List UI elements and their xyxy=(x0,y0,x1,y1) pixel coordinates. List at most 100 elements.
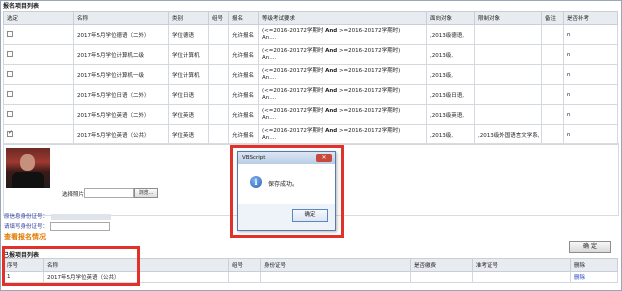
req-and: And xyxy=(325,127,338,134)
registration-row: 2017年5月学位计算机二级 学位计算机 允许报名 (<=2016-20172学期时 … xyxy=(3,44,618,65)
req-left: (<=2016-20172学期时 xyxy=(262,87,324,94)
req-left: (<=2016-20172学期时 xyxy=(262,27,324,34)
orig-id-row: 原信息身份证号： xyxy=(4,212,112,220)
registered-ticket xyxy=(472,271,571,283)
item-makeup: n xyxy=(563,104,618,125)
req-left: (<=2016-20172学期时 xyxy=(262,67,324,74)
new-id-row: 请填写身份证号： xyxy=(4,222,111,231)
confirm-button[interactable]: 确 定 xyxy=(569,241,611,253)
req-right: >=2016-20172学期时) xyxy=(338,107,401,114)
select-cell xyxy=(3,24,74,45)
item-requirement: (<=2016-20172学期时 And >=2016-20172学期时) An.… xyxy=(258,84,427,105)
select-checkbox[interactable] xyxy=(7,70,13,77)
item-requirement: (<=2016-20172学期时 And >=2016-20172学期时) An.… xyxy=(258,64,427,85)
photo-upload-label: 选择照片 xyxy=(62,192,85,198)
item-makeup: n xyxy=(563,64,618,85)
col-makeup: 是否补考 xyxy=(563,11,618,25)
col-note: 备注 xyxy=(541,11,564,25)
new-id-input[interactable] xyxy=(50,222,111,231)
item-category: 学位日语 xyxy=(168,84,209,105)
item-note xyxy=(541,124,564,145)
col-name: 名称 xyxy=(73,11,169,25)
orig-id-label: 原信息身份证号： xyxy=(4,214,49,220)
delete-link[interactable]: 删除 xyxy=(570,271,618,283)
item-category: 学位英语 xyxy=(168,124,209,145)
item-status: 允许报名 xyxy=(228,84,259,105)
req-more: An.... xyxy=(262,94,277,101)
col-group: 组号 xyxy=(208,11,229,25)
item-requirement: (<=2016-20172学期时 And >=2016-20172学期时) An.… xyxy=(258,44,427,65)
new-id-label: 请填写身份证号： xyxy=(4,224,49,230)
col-reg-group: 组号 xyxy=(228,258,261,272)
item-target: ,2013级, xyxy=(426,44,475,65)
registered-id xyxy=(260,271,411,283)
item-category: 学位英语 xyxy=(168,104,209,125)
item-status: 允许报名 xyxy=(228,44,259,65)
item-category: 学位计算机 xyxy=(168,44,209,65)
req-right: >=2016-20172学期时) xyxy=(338,47,401,54)
item-group xyxy=(208,84,229,105)
item-note xyxy=(541,84,564,105)
req-left: (<=2016-20172学期时 xyxy=(262,47,324,54)
select-checkbox[interactable] xyxy=(7,30,13,37)
item-requirement: (<=2016-20172学期时 And >=2016-20172学期时) An.… xyxy=(258,124,427,145)
item-name: 2017年5月学位英语（公共） xyxy=(73,124,169,145)
req-left: (<=2016-20172学期时 xyxy=(262,127,324,134)
col-requirement: 等级考试要求 xyxy=(258,11,427,25)
req-more: An.... xyxy=(262,134,277,141)
req-right: >=2016-20172学期时) xyxy=(338,87,401,94)
col-select: 选定 xyxy=(3,11,74,25)
select-checkbox[interactable] xyxy=(7,110,13,117)
item-requirement: (<=2016-20172学期时 And >=2016-20172学期时) An.… xyxy=(258,24,427,45)
req-and: And xyxy=(325,87,338,94)
col-ticket: 准考证号 xyxy=(472,258,571,272)
registration-table: 选定 名称 类别 组号 报名 等级考试要求 面向对象 限制对象 备注 是否补考 … xyxy=(3,11,618,145)
check-registration-link[interactable]: 查看报名情况 xyxy=(4,232,46,242)
item-target: ,2013级日语, xyxy=(426,84,475,105)
item-restrict: ,2013级外国语言文学系, xyxy=(474,124,542,145)
col-restrict: 限制对象 xyxy=(474,11,542,25)
req-right: >=2016-20172学期时) xyxy=(338,27,401,34)
req-more: An.... xyxy=(262,114,277,121)
col-delete: 删除 xyxy=(570,258,618,272)
registration-row: 2017年5月学位日语（二外） 学位日语 允许报名 (<=2016-20172学期时 … xyxy=(3,84,618,105)
item-status: 允许报名 xyxy=(228,124,259,145)
col-target: 面向对象 xyxy=(426,11,475,25)
item-name: 2017年5月学位德语（二外） xyxy=(73,24,169,45)
select-cell xyxy=(3,44,74,65)
select-checkbox[interactable] xyxy=(7,129,13,137)
item-makeup: n xyxy=(563,84,618,105)
browse-button[interactable]: 浏览... xyxy=(134,188,158,198)
registration-header-row: 选定 名称 类别 组号 报名 等级考试要求 面向对象 限制对象 备注 是否补考 xyxy=(3,11,618,25)
item-group xyxy=(208,124,229,145)
item-restrict xyxy=(474,84,542,105)
req-more: An.... xyxy=(262,74,277,81)
item-group xyxy=(208,44,229,65)
col-id-number: 身份证号 xyxy=(260,258,411,272)
student-photo xyxy=(6,148,50,188)
item-status: 允许报名 xyxy=(228,64,259,85)
col-paid: 是否缴费 xyxy=(410,258,473,272)
req-and: And xyxy=(325,67,338,74)
orig-id-value xyxy=(51,213,112,220)
item-category: 学位计算机 xyxy=(168,64,209,85)
req-and: And xyxy=(325,47,338,54)
registered-highlight-box xyxy=(2,246,140,286)
item-restrict xyxy=(474,44,542,65)
req-more: An.... xyxy=(262,34,277,41)
item-note xyxy=(541,44,564,65)
registration-row: 2017年5月学位英语（公共）学位英语允许报名(<=2016-20172学期时 … xyxy=(3,124,618,145)
item-status: 允许报名 xyxy=(228,24,259,45)
select-checkbox[interactable] xyxy=(7,50,13,57)
select-cell xyxy=(3,104,74,125)
item-name: 2017年5月学位英语（二外） xyxy=(73,104,169,125)
item-note xyxy=(541,24,564,45)
select-checkbox[interactable] xyxy=(7,90,13,97)
req-more: An.... xyxy=(262,54,277,61)
item-group xyxy=(208,64,229,85)
photo-file-input[interactable] xyxy=(84,188,134,198)
item-makeup: n xyxy=(563,124,618,145)
col-status: 报名 xyxy=(228,11,259,25)
req-right: >=2016-20172学期时) xyxy=(338,67,401,74)
req-right: >=2016-20172学期时) xyxy=(338,127,401,134)
